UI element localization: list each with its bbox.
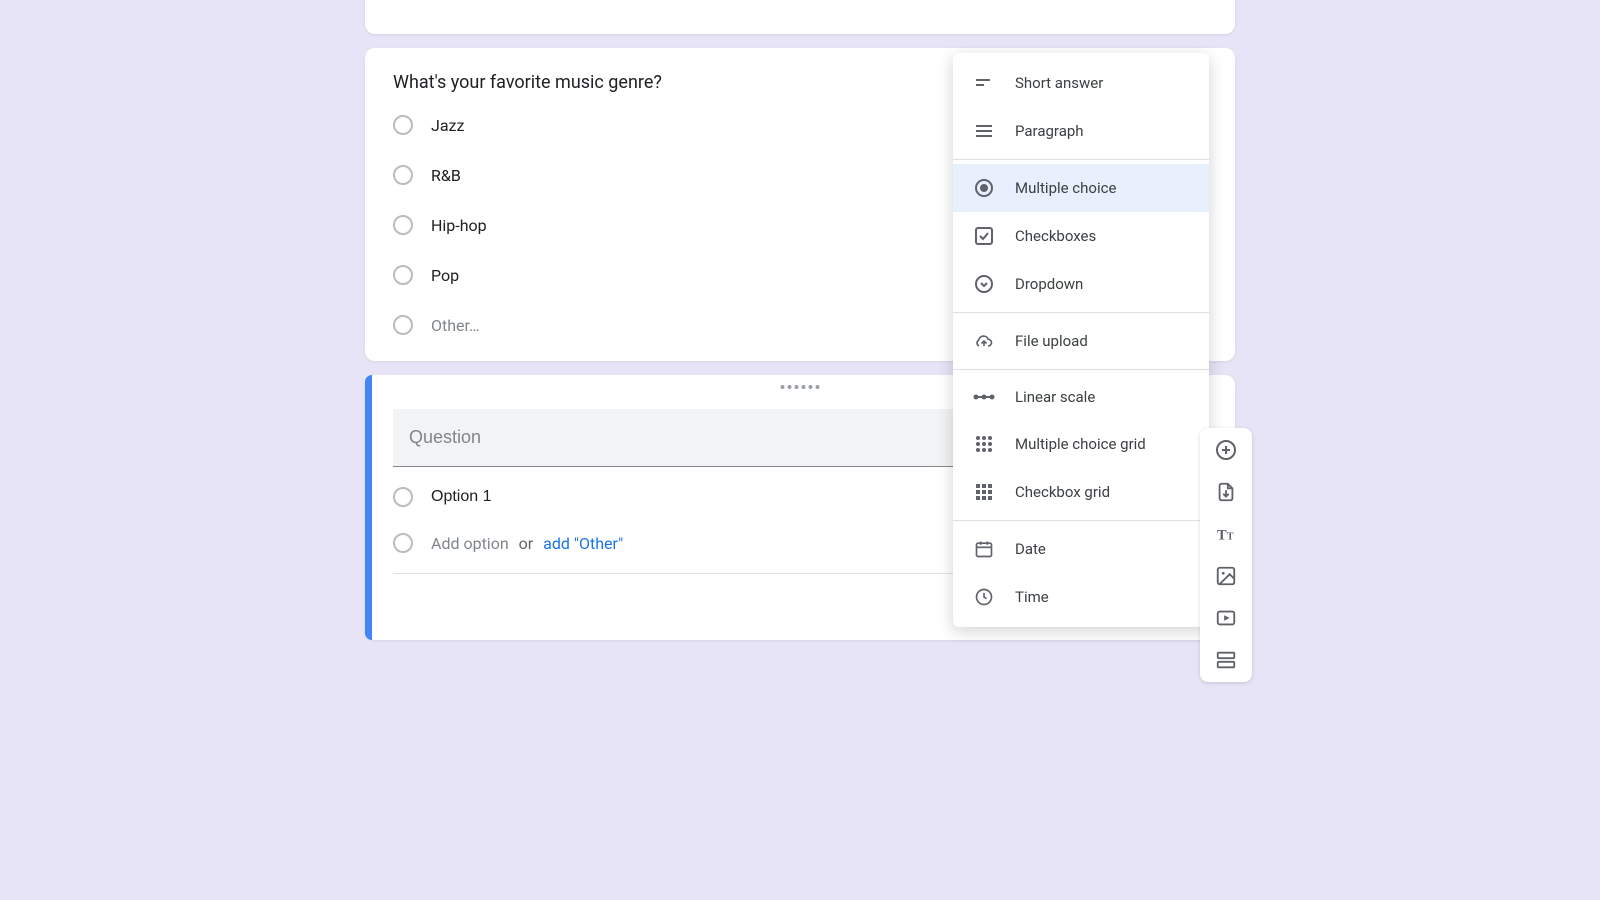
clock-icon [973, 587, 995, 607]
dot-grid-icon [973, 434, 995, 454]
or-text: or [519, 534, 534, 553]
option-other-label: Other… [431, 316, 480, 335]
radio-icon [393, 533, 413, 553]
short-answer-icon [973, 73, 995, 93]
menu-separator [953, 369, 1209, 370]
menu-label: Linear scale [1015, 388, 1095, 406]
radio-icon [393, 265, 413, 285]
square-grid-icon [973, 482, 995, 502]
menu-separator [953, 159, 1209, 160]
option-label: R&B [431, 166, 461, 185]
menu-label: Checkboxes [1015, 227, 1096, 245]
linear-scale-icon [973, 392, 995, 402]
radio-icon [393, 165, 413, 185]
add-image-toolbar-icon[interactable] [1214, 564, 1238, 588]
previous-card [365, 0, 1235, 34]
menu-label: Time [1015, 588, 1049, 606]
menu-item-short-answer[interactable]: Short answer [953, 59, 1209, 107]
add-video-icon[interactable] [1214, 606, 1238, 630]
menu-separator [953, 520, 1209, 521]
menu-item-time[interactable]: Time [953, 573, 1209, 621]
editing-question-card: Add option or add "Other" Short answer [365, 375, 1235, 640]
active-indicator [365, 375, 372, 640]
add-question-icon[interactable] [1214, 438, 1238, 462]
option-label: Hip-hop [431, 216, 487, 235]
option-label: Pop [431, 266, 459, 285]
menu-item-multiple-choice[interactable]: Multiple choice [953, 164, 1209, 212]
calendar-icon [973, 539, 995, 559]
menu-item-multiple-choice-grid[interactable]: Multiple choice grid [953, 420, 1209, 468]
dropdown-icon [973, 274, 995, 294]
radio-icon [393, 315, 413, 335]
radio-icon [393, 487, 413, 507]
add-title-icon[interactable]: TT [1214, 522, 1238, 546]
option-input[interactable] [431, 488, 631, 506]
menu-item-checkbox-grid[interactable]: Checkbox grid [953, 468, 1209, 516]
menu-label: Checkbox grid [1015, 483, 1110, 501]
menu-item-date[interactable]: Date [953, 525, 1209, 573]
menu-label: Short answer [1015, 74, 1103, 92]
import-questions-icon[interactable] [1214, 480, 1238, 504]
menu-item-checkboxes[interactable]: Checkboxes [953, 212, 1209, 260]
menu-item-dropdown[interactable]: Dropdown [953, 260, 1209, 308]
menu-separator [953, 312, 1209, 313]
menu-item-file-upload[interactable]: File upload [953, 317, 1209, 365]
menu-label: Multiple choice grid [1015, 435, 1146, 453]
floating-toolbar: TT [1200, 428, 1252, 682]
menu-label: File upload [1015, 332, 1088, 350]
menu-label: Date [1015, 540, 1046, 558]
add-other-link[interactable]: add "Other" [543, 534, 623, 553]
drag-handle-icon[interactable] [781, 385, 820, 389]
svg-text:T: T [1227, 532, 1234, 543]
menu-label: Paragraph [1015, 122, 1084, 140]
add-option-link[interactable]: Add option [431, 534, 509, 553]
menu-label: Dropdown [1015, 275, 1083, 293]
radio-icon [393, 215, 413, 235]
checkbox-icon [973, 226, 995, 246]
add-section-icon[interactable] [1214, 648, 1238, 672]
radio-icon [393, 115, 413, 135]
option-label: Jazz [431, 116, 464, 135]
menu-item-linear-scale[interactable]: Linear scale [953, 374, 1209, 420]
question-type-menu: Short answer Paragraph Multiple choice C [953, 53, 1209, 627]
radio-checked-icon [973, 178, 995, 198]
paragraph-icon [973, 121, 995, 141]
svg-text:T: T [1217, 528, 1227, 544]
cloud-upload-icon [973, 331, 995, 351]
menu-item-paragraph[interactable]: Paragraph [953, 107, 1209, 155]
menu-label: Multiple choice [1015, 179, 1116, 197]
